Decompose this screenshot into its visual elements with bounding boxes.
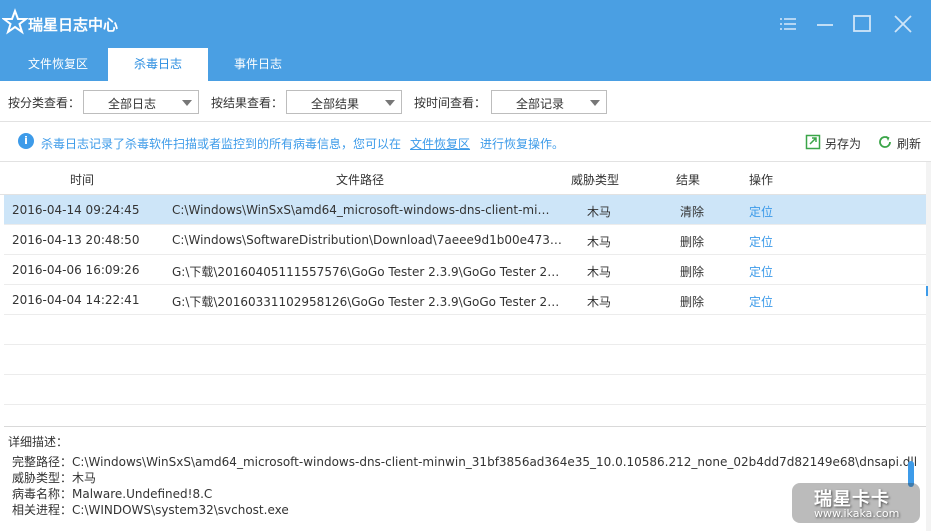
star-logo-icon bbox=[2, 8, 28, 35]
row-time: 2016-04-06 16:09:26 bbox=[12, 263, 140, 277]
details-threat: 威胁类型：木马 bbox=[12, 469, 96, 486]
row-time: 2016-04-14 09:24:45 bbox=[12, 203, 140, 217]
time-filter-label: 按时间查看： bbox=[414, 96, 487, 110]
maximize-icon[interactable] bbox=[850, 12, 874, 36]
process-label: 相关进程： bbox=[12, 503, 73, 517]
row-threat: 木马 bbox=[587, 235, 612, 249]
tab-bar: 文件恢复区 杀毒日志 事件日志 bbox=[0, 48, 931, 81]
row-result: 删除 bbox=[680, 295, 705, 309]
save-as-icon bbox=[805, 134, 821, 150]
empty-row bbox=[4, 375, 926, 405]
watermark-url: www.ikaka.com bbox=[814, 507, 900, 520]
tab-event-log[interactable]: 事件日志 bbox=[208, 48, 308, 81]
full-path-label: 完整路径： bbox=[12, 455, 73, 469]
info-bar: i 杀毒日志记录了杀毒软件扫描或者监控到的所有病毒信息，您可以在 文件恢复区 进… bbox=[0, 122, 931, 162]
menu-icon[interactable] bbox=[776, 12, 800, 36]
scrollbar-marker bbox=[926, 286, 928, 296]
full-path-value: C:\Windows\WinSxS\amd64_microsoft-window… bbox=[72, 455, 918, 469]
details-virus: 病毒名称：Malware.Undefined!8.C bbox=[12, 485, 212, 502]
app-title: 瑞星日志中心 bbox=[28, 16, 119, 34]
right-scrollbar[interactable] bbox=[926, 162, 931, 531]
chevron-down-icon bbox=[182, 100, 192, 106]
empty-row bbox=[4, 345, 926, 375]
table-row[interactable]: 2016-04-14 09:24:45 C:\Windows\WinSxS\am… bbox=[4, 195, 926, 225]
table-header: 时间 文件路径 威胁类型 结果 操作 bbox=[0, 162, 926, 195]
watermark: 瑞星卡卡 www.ikaka.com bbox=[792, 481, 924, 527]
row-threat: 木马 bbox=[587, 265, 612, 279]
result-filter-select[interactable]: 全部结果 bbox=[286, 90, 402, 114]
header-time[interactable]: 时间 bbox=[70, 171, 94, 188]
process-value: C:\WINDOWS\system32\svchost.exe bbox=[72, 503, 289, 517]
table-row[interactable]: 2016-04-06 16:09:26 G:\下载\20160405111557… bbox=[4, 255, 926, 285]
header-path[interactable]: 文件路径 bbox=[336, 171, 384, 188]
locate-link[interactable]: 定位 bbox=[749, 203, 773, 220]
locate-link[interactable]: 定位 bbox=[749, 233, 773, 250]
title-bar: 瑞星日志中心 bbox=[0, 0, 931, 48]
category-filter-label: 按分类查看： bbox=[8, 96, 81, 110]
minimize-icon[interactable] bbox=[813, 12, 837, 36]
save-as-button[interactable]: 另存为 bbox=[805, 133, 865, 151]
close-icon[interactable] bbox=[891, 12, 915, 36]
filter-bar: 按分类查看： 全部日志 按结果查看： 全部结果 按时间查看： 全部记录 bbox=[0, 81, 931, 122]
virus-value: Malware.Undefined!8.C bbox=[72, 487, 213, 501]
row-result: 清除 bbox=[680, 205, 705, 219]
virus-label: 病毒名称： bbox=[12, 487, 73, 501]
table-row[interactable]: 2016-04-04 14:22:41 G:\下载\20160331102958… bbox=[4, 285, 926, 315]
threat-label: 威胁类型： bbox=[12, 471, 73, 485]
details-title: 详细描述： bbox=[8, 435, 69, 449]
refresh-label: 刷新 bbox=[897, 137, 922, 151]
header-threat[interactable]: 威胁类型 bbox=[571, 171, 619, 188]
header-action: 操作 bbox=[749, 173, 774, 187]
category-filter-select[interactable]: 全部日志 bbox=[83, 90, 199, 114]
details-process: 相关进程：C:\WINDOWS\system32\svchost.exe bbox=[12, 501, 289, 518]
tab-file-recovery[interactable]: 文件恢复区 bbox=[8, 48, 108, 81]
row-path: G:\下载\20160405111557576\GoGo Tester 2.3.… bbox=[172, 265, 562, 279]
details-full-path: 完整路径：C:\Windows\WinSxS\amd64_microsoft-w… bbox=[12, 453, 917, 470]
row-time: 2016-04-13 20:48:50 bbox=[12, 233, 140, 247]
header-result[interactable]: 结果 bbox=[676, 171, 700, 188]
row-threat: 木马 bbox=[587, 205, 612, 219]
details-panel: 详细描述： 完整路径：C:\Windows\WinSxS\amd64_micro… bbox=[4, 426, 926, 531]
chevron-down-icon bbox=[590, 100, 600, 106]
save-as-label: 另存为 bbox=[825, 137, 862, 151]
row-result: 删除 bbox=[680, 235, 705, 249]
locate-link[interactable]: 定位 bbox=[749, 263, 773, 280]
info-icon: i bbox=[18, 133, 34, 149]
category-filter-value: 全部日志 bbox=[107, 97, 156, 111]
row-time: 2016-04-04 14:22:41 bbox=[12, 293, 140, 307]
empty-row bbox=[4, 315, 926, 345]
info-text: 杀毒日志记录了杀毒软件扫描或者监控到的所有病毒信息，您可以在 bbox=[41, 137, 402, 151]
row-path: C:\Windows\SoftwareDistribution\Download… bbox=[172, 233, 562, 247]
threat-value: 木马 bbox=[72, 471, 97, 485]
time-filter-select[interactable]: 全部记录 bbox=[491, 90, 607, 114]
result-filter-value: 全部结果 bbox=[310, 97, 359, 111]
info-text-after: 进行恢复操作。 bbox=[480, 137, 565, 151]
result-filter-label: 按结果查看： bbox=[211, 96, 284, 110]
table-row[interactable]: 2016-04-13 20:48:50 C:\Windows\SoftwareD… bbox=[4, 225, 926, 255]
row-path: G:\下载\20160331102958126\GoGo Tester 2.3.… bbox=[172, 295, 562, 309]
time-filter-value: 全部记录 bbox=[515, 97, 564, 111]
file-recovery-link[interactable]: 文件恢复区 bbox=[410, 135, 470, 152]
refresh-button[interactable]: 刷新 bbox=[877, 133, 927, 151]
locate-link[interactable]: 定位 bbox=[749, 293, 773, 310]
row-path: C:\Windows\WinSxS\amd64_microsoft-window… bbox=[172, 203, 554, 217]
row-threat: 木马 bbox=[587, 295, 612, 309]
tab-antivirus-log[interactable]: 杀毒日志 bbox=[108, 48, 208, 81]
row-result: 删除 bbox=[680, 265, 705, 279]
refresh-icon bbox=[879, 136, 891, 148]
chevron-down-icon bbox=[385, 100, 395, 106]
log-table: 时间 文件路径 威胁类型 结果 操作 2016-04-14 09:24:45 C… bbox=[0, 162, 926, 426]
